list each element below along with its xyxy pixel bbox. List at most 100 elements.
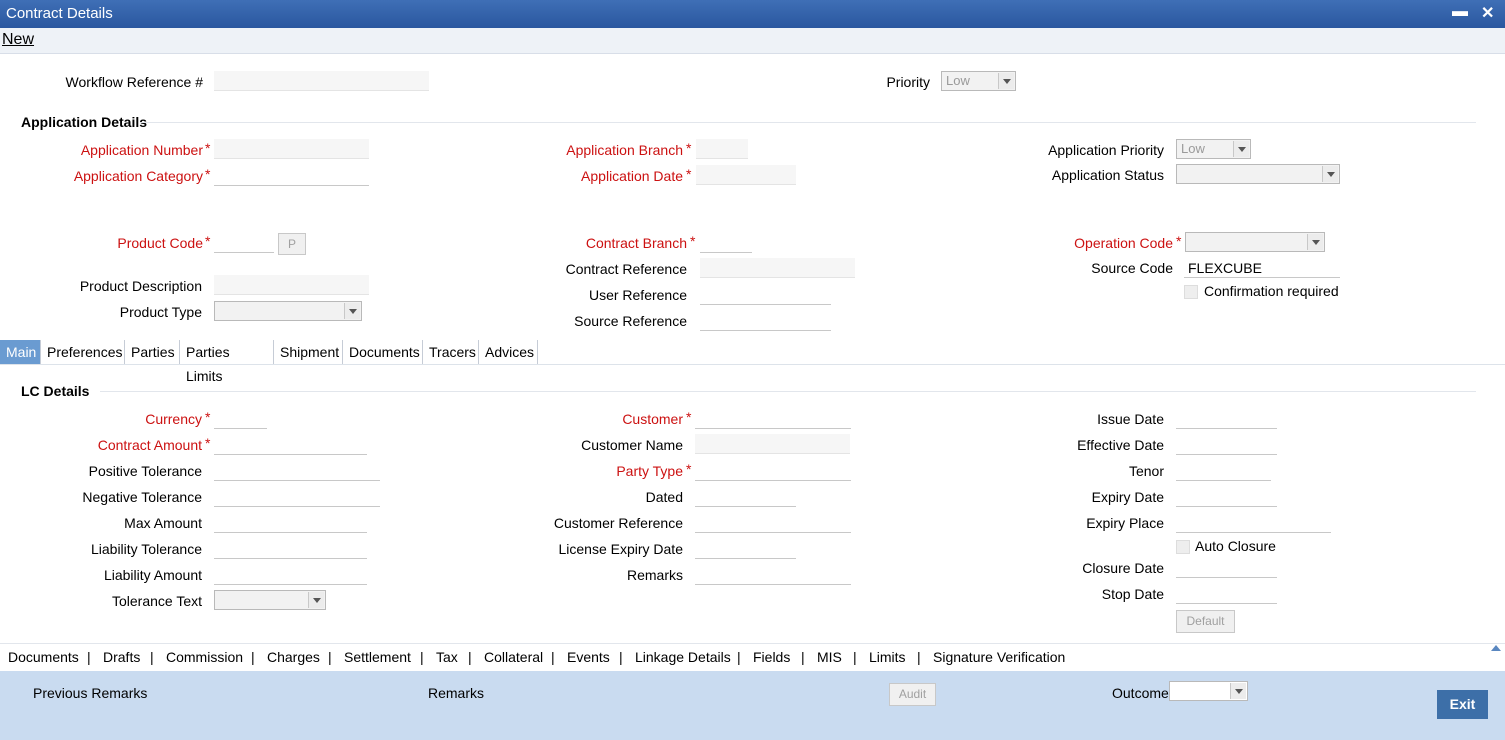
expiry-place-input[interactable] bbox=[1176, 513, 1331, 533]
tab-parties-limits[interactable]: Parties Limits bbox=[180, 340, 274, 384]
contract-reference-input[interactable] bbox=[700, 258, 855, 278]
operation-code-select[interactable] bbox=[1185, 232, 1325, 252]
chevron-down-icon bbox=[1322, 166, 1338, 182]
link-separator: | bbox=[468, 649, 472, 665]
effective-date-input[interactable] bbox=[1176, 435, 1277, 455]
customer-input[interactable] bbox=[695, 409, 851, 429]
product-description-input[interactable] bbox=[214, 275, 369, 295]
required-marker: * bbox=[1176, 233, 1182, 249]
link-separator: | bbox=[551, 649, 555, 665]
closure-date-input[interactable] bbox=[1176, 558, 1277, 578]
tab-documents[interactable]: Documents bbox=[343, 340, 423, 365]
required-marker: * bbox=[205, 435, 211, 451]
exit-button[interactable]: Exit bbox=[1437, 690, 1488, 719]
product-type-select[interactable] bbox=[214, 301, 362, 321]
license-expiry-date-label: License Expiry Date bbox=[558, 541, 683, 557]
link-signature-verification[interactable]: Signature Verification bbox=[933, 649, 1065, 665]
tolerance-text-select[interactable] bbox=[214, 590, 326, 610]
link-charges[interactable]: Charges bbox=[267, 649, 320, 665]
link-mis[interactable]: MIS bbox=[817, 649, 842, 665]
tab-advices[interactable]: Advices bbox=[479, 340, 538, 365]
scroll-up-icon[interactable] bbox=[1491, 645, 1501, 651]
chevron-down-icon bbox=[998, 73, 1014, 89]
source-code-input[interactable]: FLEXCUBE bbox=[1184, 258, 1340, 278]
stop-date-input[interactable] bbox=[1176, 584, 1277, 604]
max-amount-input[interactable] bbox=[214, 513, 367, 533]
contract-branch-input[interactable] bbox=[700, 233, 752, 253]
customer-reference-label: Customer Reference bbox=[553, 515, 683, 531]
contract-amount-input[interactable] bbox=[214, 435, 367, 455]
application-number-input[interactable] bbox=[214, 139, 369, 159]
link-collateral[interactable]: Collateral bbox=[484, 649, 543, 665]
tab-main[interactable]: Main bbox=[0, 340, 41, 365]
outcome-select[interactable] bbox=[1169, 681, 1248, 701]
customer-label: Customer bbox=[622, 411, 683, 427]
auto-closure-checkbox[interactable] bbox=[1176, 540, 1190, 554]
sub-screen-links: Documents | Drafts | Commission | Charge… bbox=[0, 643, 1505, 672]
application-number-label: Application Number bbox=[80, 142, 203, 158]
remarks-footer-label[interactable]: Remarks bbox=[428, 685, 484, 701]
license-expiry-date-input[interactable] bbox=[695, 539, 796, 559]
liability-amount-input[interactable] bbox=[214, 565, 367, 585]
tenor-input[interactable] bbox=[1176, 461, 1271, 481]
link-linkage-details[interactable]: Linkage Details bbox=[635, 649, 731, 665]
application-status-select[interactable] bbox=[1176, 164, 1340, 184]
workflow-reference-input[interactable] bbox=[214, 71, 429, 91]
close-icon[interactable]: ✕ bbox=[1481, 3, 1494, 23]
tab-preferences[interactable]: Preferences bbox=[41, 340, 125, 365]
tab-parties[interactable]: Parties bbox=[125, 340, 180, 365]
negative-tolerance-input[interactable] bbox=[214, 487, 380, 507]
expiry-date-input[interactable] bbox=[1176, 487, 1277, 507]
default-button[interactable]: Default bbox=[1176, 610, 1235, 633]
party-type-input[interactable] bbox=[695, 461, 851, 481]
link-settlement[interactable]: Settlement bbox=[344, 649, 411, 665]
link-separator: | bbox=[853, 649, 857, 665]
tab-shipment[interactable]: Shipment bbox=[274, 340, 343, 365]
link-separator: | bbox=[87, 649, 91, 665]
issue-date-label: Issue Date bbox=[1097, 411, 1164, 427]
tenor-label: Tenor bbox=[1128, 463, 1164, 479]
confirmation-required-checkbox[interactable] bbox=[1184, 285, 1198, 299]
section-divider bbox=[140, 122, 1476, 123]
tab-tracers[interactable]: Tracers bbox=[423, 340, 479, 365]
dated-input[interactable] bbox=[695, 487, 796, 507]
link-drafts[interactable]: Drafts bbox=[103, 649, 140, 665]
application-category-input[interactable] bbox=[214, 166, 369, 186]
product-code-label: Product Code bbox=[117, 235, 203, 251]
menu-bar: New bbox=[0, 28, 1505, 54]
issue-date-input[interactable] bbox=[1176, 409, 1277, 429]
link-tax[interactable]: Tax bbox=[436, 649, 458, 665]
auto-closure-label: Auto Closure bbox=[1195, 538, 1276, 554]
liability-tolerance-input[interactable] bbox=[214, 539, 367, 559]
product-code-lov-button[interactable]: P bbox=[278, 233, 306, 255]
application-date-label: Application Date bbox=[581, 168, 683, 184]
remarks-input[interactable] bbox=[695, 565, 851, 585]
required-marker: * bbox=[686, 140, 692, 156]
positive-tolerance-input[interactable] bbox=[214, 461, 380, 481]
customer-reference-input[interactable] bbox=[695, 513, 851, 533]
priority-select[interactable]: Low bbox=[941, 71, 1016, 91]
link-documents[interactable]: Documents bbox=[8, 649, 79, 665]
application-priority-label: Application Priority bbox=[1048, 142, 1164, 158]
link-separator: | bbox=[251, 649, 255, 665]
link-commission[interactable]: Commission bbox=[166, 649, 243, 665]
required-marker: * bbox=[686, 409, 692, 425]
link-events[interactable]: Events bbox=[567, 649, 610, 665]
outcome-label: Outcome bbox=[1112, 685, 1169, 701]
user-reference-input[interactable] bbox=[700, 285, 831, 305]
tolerance-text-label: Tolerance Text bbox=[111, 593, 202, 609]
customer-name-input[interactable] bbox=[695, 434, 850, 454]
currency-input[interactable] bbox=[214, 409, 267, 429]
minimize-icon[interactable]: ▬ bbox=[1452, 3, 1468, 21]
link-fields[interactable]: Fields bbox=[753, 649, 790, 665]
application-priority-select[interactable]: Low bbox=[1176, 139, 1251, 159]
new-link[interactable]: New bbox=[2, 31, 34, 49]
link-limits[interactable]: Limits bbox=[869, 649, 906, 665]
application-date-input[interactable] bbox=[696, 165, 796, 185]
product-code-input[interactable] bbox=[214, 233, 274, 253]
source-reference-input[interactable] bbox=[700, 311, 831, 331]
audit-button[interactable]: Audit bbox=[889, 683, 936, 706]
application-branch-input[interactable] bbox=[696, 139, 748, 159]
previous-remarks-label[interactable]: Previous Remarks bbox=[33, 685, 147, 701]
application-status-label: Application Status bbox=[1051, 167, 1164, 183]
